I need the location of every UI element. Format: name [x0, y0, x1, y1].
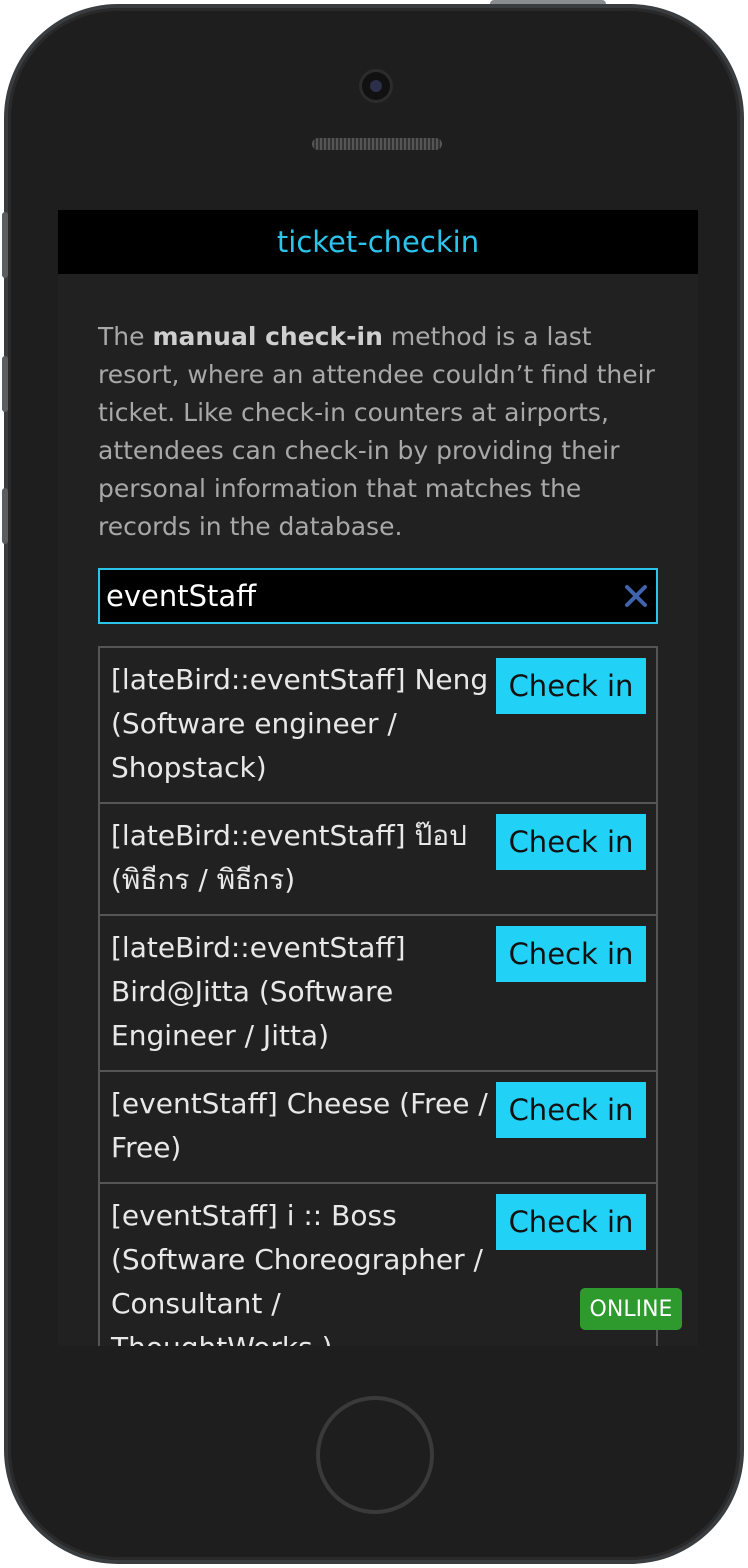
app-header: ticket-checkin: [58, 210, 698, 274]
attendee-info: [lateBird::eventStaff] ป๊อป (พิธีกร / พิ…: [111, 819, 467, 896]
camera-icon: [362, 72, 390, 100]
list-item: [eventStaff] i :: Boss (Software Choreog…: [98, 1184, 658, 1346]
check-in-button[interactable]: Check in: [496, 814, 646, 870]
intro-bold: manual check-in: [152, 322, 383, 351]
list-item: [eventStaff] Cheese (Free / Free) Check …: [98, 1072, 658, 1184]
home-button: [316, 1396, 434, 1514]
speaker-grille: [312, 138, 442, 150]
list-item: [lateBird::eventStaff] Bird@Jitta (Softw…: [98, 916, 658, 1072]
list-item: [lateBird::eventStaff] Neng (Software en…: [98, 648, 658, 804]
attendee-info: [lateBird::eventStaff] Neng (Software en…: [111, 663, 489, 784]
search-input[interactable]: [100, 570, 656, 622]
attendee-info: [eventStaff] Cheese (Free / Free): [111, 1087, 488, 1164]
intro-paragraph: The manual check-in method is a last res…: [98, 318, 658, 546]
check-in-button[interactable]: Check in: [496, 926, 646, 982]
search-box: [98, 568, 658, 624]
attendee-info: [eventStaff] i :: Boss (Software Choreog…: [111, 1199, 483, 1346]
intro-text-after: method is a last resort, where an attend…: [98, 322, 655, 541]
check-in-button[interactable]: Check in: [496, 1194, 646, 1250]
volume-down-button: [2, 488, 8, 544]
list-item: [lateBird::eventStaff] ป๊อป (พิธีกร / พิ…: [98, 804, 658, 916]
app-title: ticket-checkin: [276, 225, 480, 259]
mute-switch: [2, 212, 8, 278]
check-in-button[interactable]: Check in: [496, 658, 646, 714]
volume-up-button: [2, 356, 8, 412]
results-list: [lateBird::eventStaff] Neng (Software en…: [98, 646, 658, 1346]
online-status-badge: ONLINE: [580, 1288, 682, 1330]
intro-text-before: The: [98, 322, 153, 351]
app-screen: ticket-checkin The manual check-in metho…: [58, 210, 698, 1346]
attendee-info: [lateBird::eventStaff] Bird@Jitta (Softw…: [111, 931, 406, 1052]
check-in-button[interactable]: Check in: [496, 1082, 646, 1138]
close-icon[interactable]: [622, 582, 650, 610]
